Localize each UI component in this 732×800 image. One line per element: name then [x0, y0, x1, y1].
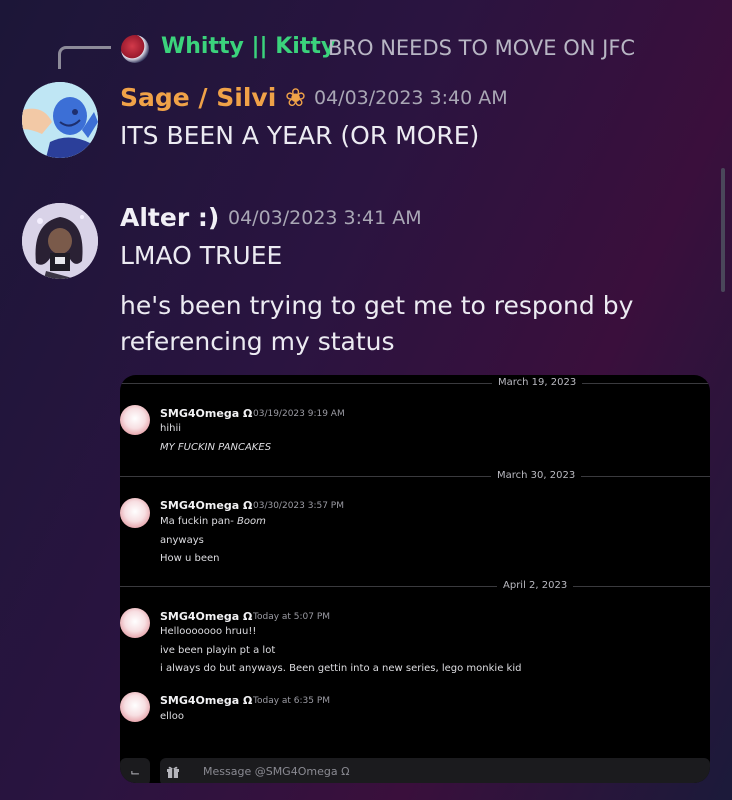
message-text: he's been trying to get me to respond by… [120, 291, 634, 356]
message-text-emphasis: Boom [236, 516, 266, 527]
message-text: i always do but anyways. Been gettin int… [160, 663, 522, 674]
message-text: ITS BEEN A YEAR (OR MORE) [120, 121, 480, 150]
message-text: hihii [160, 423, 182, 434]
message-input-placeholder: Message @SMG4Omega Ω [203, 765, 350, 778]
message-timestamp: Today at 5:07 PM [253, 612, 331, 622]
avatar[interactable] [22, 82, 98, 158]
message-timestamp: 04/03/2023 3:40 AM [314, 87, 508, 109]
reply-preview-text[interactable]: BRO NEEDS TO MOVE ON JFC [328, 36, 635, 60]
message-author: SMG4Omega Ω [160, 610, 253, 623]
reply-author-avatar[interactable] [121, 35, 149, 63]
message-text: anyways [160, 535, 204, 546]
date-divider-label: April 2, 2023 [497, 580, 574, 591]
date-divider [120, 383, 710, 384]
date-divider-label: March 30, 2023 [491, 470, 582, 481]
message-text: Ma fuckin pan- Boom [160, 516, 266, 527]
message-timestamp: 03/30/2023 3:57 PM [253, 501, 344, 511]
date-divider [120, 586, 710, 587]
message-author[interactable]: Alter :) [120, 203, 219, 232]
message-text: MY FUCKIN PANCAKES [160, 442, 272, 453]
reply-author-name[interactable]: Whitty || Kitty [161, 34, 335, 59]
avatar [120, 405, 150, 435]
message-text: How u been [160, 553, 220, 564]
avatar[interactable] [22, 203, 98, 279]
alter-avatar-art [22, 203, 98, 279]
reply-connector [58, 46, 111, 69]
message-text: ive been playin pt a lot [160, 645, 276, 656]
message-timestamp: 03/19/2023 9:19 AM [253, 409, 345, 419]
avatar [120, 608, 150, 638]
attachment-image[interactable]: March 19, 2023 SMG4Omega Ω 03/19/2023 9:… [120, 375, 710, 783]
message-text-part: Ma fuckin pan- [160, 516, 237, 527]
message-timestamp: Today at 6:35 PM [253, 696, 331, 706]
date-divider [120, 476, 710, 477]
avatar [120, 692, 150, 722]
scrollbar[interactable] [721, 168, 725, 292]
message-text: LMAO TRUEE [120, 241, 283, 270]
message-text: elloo [160, 711, 184, 722]
message-author: SMG4Omega Ω [160, 499, 253, 512]
message-text: Hellooooooo hruu!! [160, 626, 257, 637]
message-author[interactable]: Sage / Silvi ❀ [120, 83, 306, 112]
sage-avatar-art [22, 82, 98, 158]
message-author: SMG4Omega Ω [160, 694, 253, 707]
upload-button: ⌙ [120, 758, 150, 783]
avatar [120, 498, 150, 528]
date-divider-label: March 19, 2023 [492, 377, 583, 388]
gift-icon [167, 766, 179, 778]
message-author: SMG4Omega Ω [160, 407, 253, 420]
message-timestamp: 04/03/2023 3:41 AM [228, 207, 422, 229]
